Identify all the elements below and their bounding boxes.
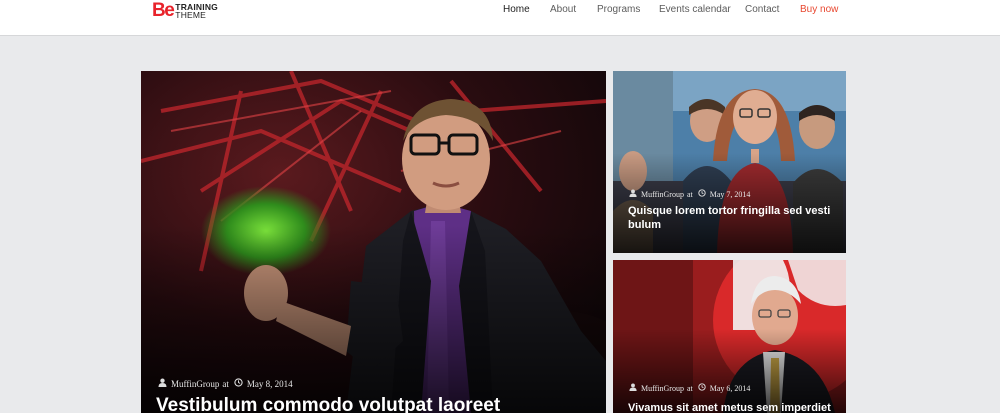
nav-item-buy-now[interactable]: Buy now — [800, 4, 838, 15]
post-title[interactable]: Vestibulum commodo volutpat laoreet — [156, 395, 500, 413]
nav-item-events-calendar[interactable]: Events calendar — [659, 4, 731, 15]
post-title[interactable]: Vivamus sit amet metus sem imperdiet — [628, 401, 846, 413]
post-date: May 8, 2014 — [246, 378, 293, 389]
post-author[interactable]: MuffinGroup — [641, 384, 684, 393]
nav-item-home[interactable]: Home — [503, 4, 530, 15]
post-author[interactable]: MuffinGroup — [641, 190, 684, 199]
main-nav: Home About Programs Events calendar Cont… — [0, 4, 1000, 18]
post-title[interactable]: Quisque lorem tortor fringilla sed vesti… — [628, 204, 838, 232]
post-at: at — [686, 189, 693, 199]
post-card[interactable]: MuffinGroup at May 7, 2014 Quisque lorem… — [613, 71, 846, 253]
post-meta: MuffinGroup at May 7, 2014 — [629, 189, 750, 199]
post-date: May 6, 2014 — [709, 383, 751, 393]
post-date: May 7, 2014 — [709, 189, 751, 199]
featured-post-card[interactable]: MuffinGroup at May 8, 2014 Vestibulum co… — [141, 71, 606, 413]
site-header: Be TRAINING THEME Home About Programs Ev… — [0, 0, 1000, 36]
nav-item-programs[interactable]: Programs — [597, 4, 640, 15]
post-at: at — [222, 378, 229, 389]
user-icon — [158, 378, 167, 389]
post-at: at — [686, 383, 693, 393]
post-shade — [613, 152, 846, 253]
clock-icon — [698, 383, 706, 393]
post-card[interactable]: MuffinGroup at May 6, 2014 Vivamus sit a… — [613, 260, 846, 413]
post-author[interactable]: MuffinGroup — [171, 379, 219, 389]
nav-item-contact[interactable]: Contact — [745, 4, 779, 15]
user-icon — [629, 383, 637, 393]
clock-icon — [234, 378, 243, 389]
post-meta: MuffinGroup at May 8, 2014 — [158, 378, 293, 389]
nav-item-about[interactable]: About — [550, 4, 576, 15]
clock-icon — [698, 189, 706, 199]
user-icon — [629, 189, 637, 199]
post-meta: MuffinGroup at May 6, 2014 — [629, 383, 750, 393]
